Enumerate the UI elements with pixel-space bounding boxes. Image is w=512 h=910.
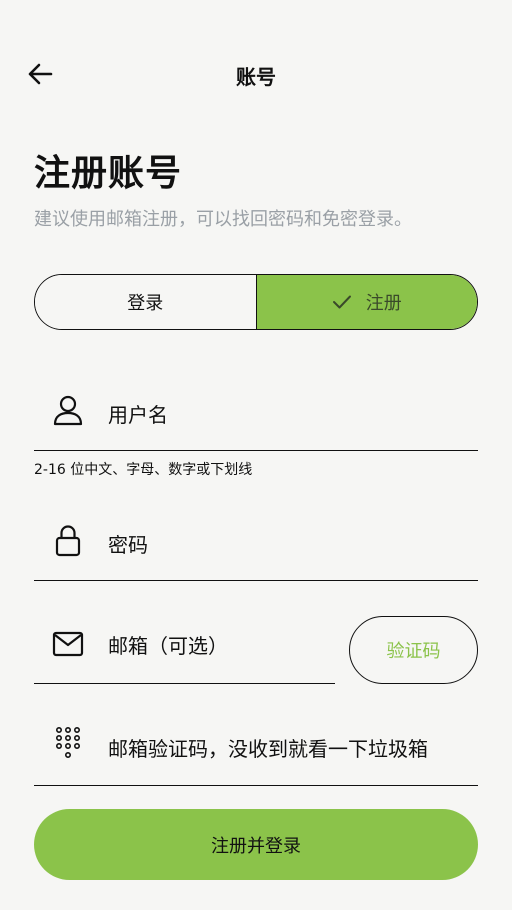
verification-code-field bbox=[34, 714, 478, 786]
login-tab-label: 登录 bbox=[127, 293, 164, 314]
email-underline bbox=[34, 682, 335, 684]
username-underline bbox=[34, 449, 478, 451]
send-code-button[interactable]: 验证码 bbox=[349, 616, 478, 684]
email-field bbox=[34, 610, 335, 684]
header-title: 账号 bbox=[236, 65, 276, 89]
page-title: 注册账号 bbox=[34, 153, 183, 194]
username-input[interactable] bbox=[108, 380, 478, 449]
send-code-label: 验证码 bbox=[386, 641, 441, 662]
page-subtitle: 建议使用邮箱注册，可以找回密码和免密登录。 bbox=[34, 209, 412, 230]
email-input[interactable] bbox=[108, 610, 335, 682]
auth-mode-toggle: 登录 注册 bbox=[34, 274, 478, 330]
person-icon bbox=[52, 394, 84, 426]
register-and-login-button[interactable]: 注册并登录 bbox=[34, 809, 478, 880]
verification-code-input[interactable] bbox=[108, 714, 478, 784]
password-input[interactable] bbox=[108, 510, 478, 579]
username-field bbox=[34, 380, 478, 451]
lock-icon bbox=[52, 524, 84, 557]
mail-icon bbox=[52, 628, 84, 660]
password-underline bbox=[34, 579, 478, 581]
login-tab[interactable]: 登录 bbox=[35, 275, 257, 329]
register-tab[interactable]: 注册 bbox=[256, 275, 477, 329]
password-field bbox=[34, 510, 478, 581]
register-tab-label: 注册 bbox=[365, 293, 402, 314]
check-icon bbox=[332, 294, 352, 310]
verification-code-underline bbox=[34, 784, 478, 786]
register-and-login-label: 注册并登录 bbox=[211, 835, 301, 857]
username-helper-text: 2-16 位中文、字母、数字或下划线 bbox=[34, 462, 253, 478]
dialpad-icon bbox=[52, 726, 84, 760]
